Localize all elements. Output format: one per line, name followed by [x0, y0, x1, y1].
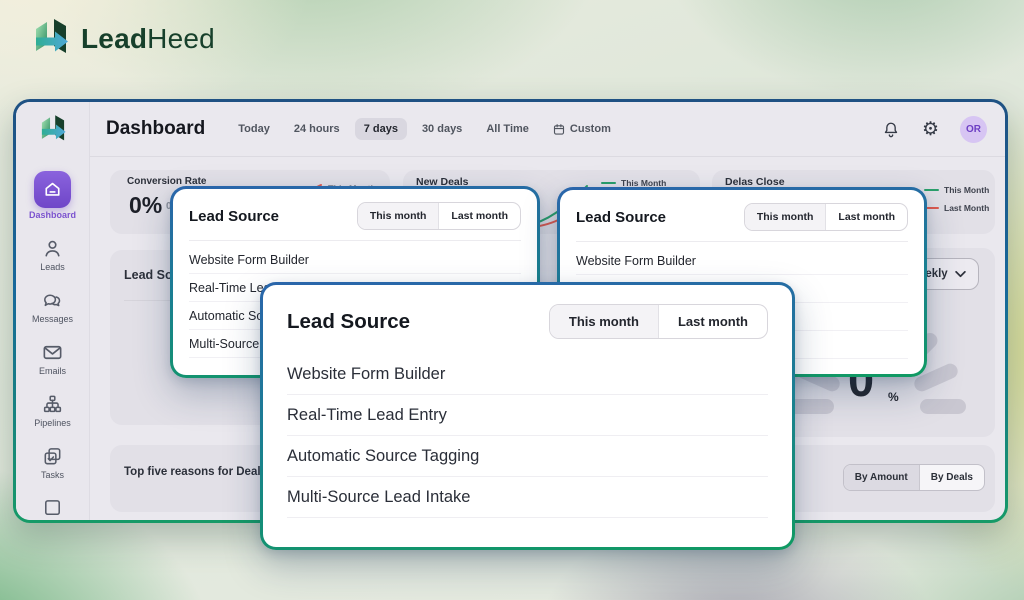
sidebar-item-label: Messages — [32, 314, 73, 324]
home-icon — [34, 171, 71, 208]
month-toggle: This month Last month — [744, 203, 908, 231]
sidebar-item-dashboard[interactable]: Dashboard — [29, 171, 76, 220]
sidebar: Dashboard Leads Messages Emails — [16, 102, 90, 520]
lead-source-title: Lead Source — [189, 208, 279, 225]
sidebar-item-emails[interactable]: Emails — [39, 341, 66, 376]
month-toggle: This month Last month — [357, 202, 521, 230]
chevron-down-icon — [955, 271, 966, 278]
sidebar-item-tasks[interactable]: Tasks — [41, 445, 64, 480]
sidebar-item-label: Emails — [39, 366, 66, 376]
tab-this-month[interactable]: This month — [550, 305, 659, 338]
list-item: Multi-Source Lead Intake — [287, 477, 768, 518]
amount-deals-toggle: By Amount By Deals — [843, 464, 985, 491]
by-amount-button[interactable]: By Amount — [844, 465, 920, 490]
brand-name: LeadHeed — [81, 23, 215, 55]
sidebar-item-label: Leads — [40, 262, 65, 272]
lead-source-title: Lead Source — [576, 209, 666, 226]
by-deals-button[interactable]: By Deals — [920, 465, 984, 490]
month-toggle: This month Last month — [549, 304, 768, 339]
lead-source-overlay-3: Lead Source This month Last month Websit… — [260, 282, 795, 550]
tab-last-month[interactable]: Last month — [826, 204, 907, 230]
window-header: Dashboard Today 24 hours 7 days 30 days … — [90, 102, 1005, 157]
conversion-value: 0% — [129, 192, 162, 219]
folder-icon — [41, 497, 64, 520]
list-item: Automatic Source Tagging — [287, 436, 768, 477]
filter-today[interactable]: Today — [229, 118, 279, 140]
sidebar-item-label: Tasks — [41, 470, 64, 480]
legend-last-month: Last Month — [924, 203, 989, 213]
bell-icon[interactable] — [881, 119, 901, 140]
filter-custom[interactable]: Custom — [544, 118, 620, 141]
filter-30-days[interactable]: 30 days — [413, 118, 471, 140]
envelope-icon — [41, 341, 64, 364]
legend-this-month: This Month — [924, 185, 989, 195]
list-item: Real-Time Lead Entry — [287, 395, 768, 436]
leadheed-logo-icon — [30, 16, 72, 62]
sidebar-item-leads[interactable]: Leads — [40, 237, 65, 272]
sidebar-item-label: Dashboard — [29, 210, 76, 220]
filter-7-days[interactable]: 7 days — [355, 118, 407, 140]
list-item: Website Form Builder — [287, 354, 768, 395]
brand-logo: LeadHeed — [30, 16, 215, 62]
tasks-icon — [41, 445, 64, 468]
list-item: Website Form Builder — [189, 246, 521, 274]
tab-last-month[interactable]: Last month — [659, 305, 767, 338]
tab-this-month[interactable]: This month — [745, 204, 827, 230]
sidebar-item-pipelines[interactable]: Pipelines — [34, 393, 71, 428]
chat-icon — [41, 289, 64, 312]
pipeline-icon — [41, 393, 64, 416]
calendar-icon — [553, 123, 565, 136]
gauge-dash — [920, 399, 966, 414]
lead-source-title: Lead Source — [287, 310, 410, 334]
tab-this-month[interactable]: This month — [358, 203, 440, 229]
tab-last-month[interactable]: Last month — [439, 203, 520, 229]
list-item: Website Form Builder — [576, 247, 908, 275]
sidebar-logo-icon — [37, 113, 69, 147]
avatar[interactable]: OR — [960, 116, 987, 143]
card-title: Top five reasons for Deal — [124, 466, 261, 478]
time-filters: Today 24 hours 7 days 30 days All Time C… — [229, 118, 620, 141]
sidebar-item-messages[interactable]: Messages — [32, 289, 73, 324]
person-icon — [41, 237, 64, 260]
gauge-unit: % — [888, 390, 899, 404]
filter-24-hours[interactable]: 24 hours — [285, 118, 349, 140]
sidebar-item-partial[interactable] — [41, 497, 64, 520]
gear-icon[interactable]: ⚙ — [922, 120, 939, 139]
page-title: Dashboard — [106, 118, 205, 140]
filter-all-time[interactable]: All Time — [477, 118, 538, 140]
sidebar-item-label: Pipelines — [34, 418, 71, 428]
